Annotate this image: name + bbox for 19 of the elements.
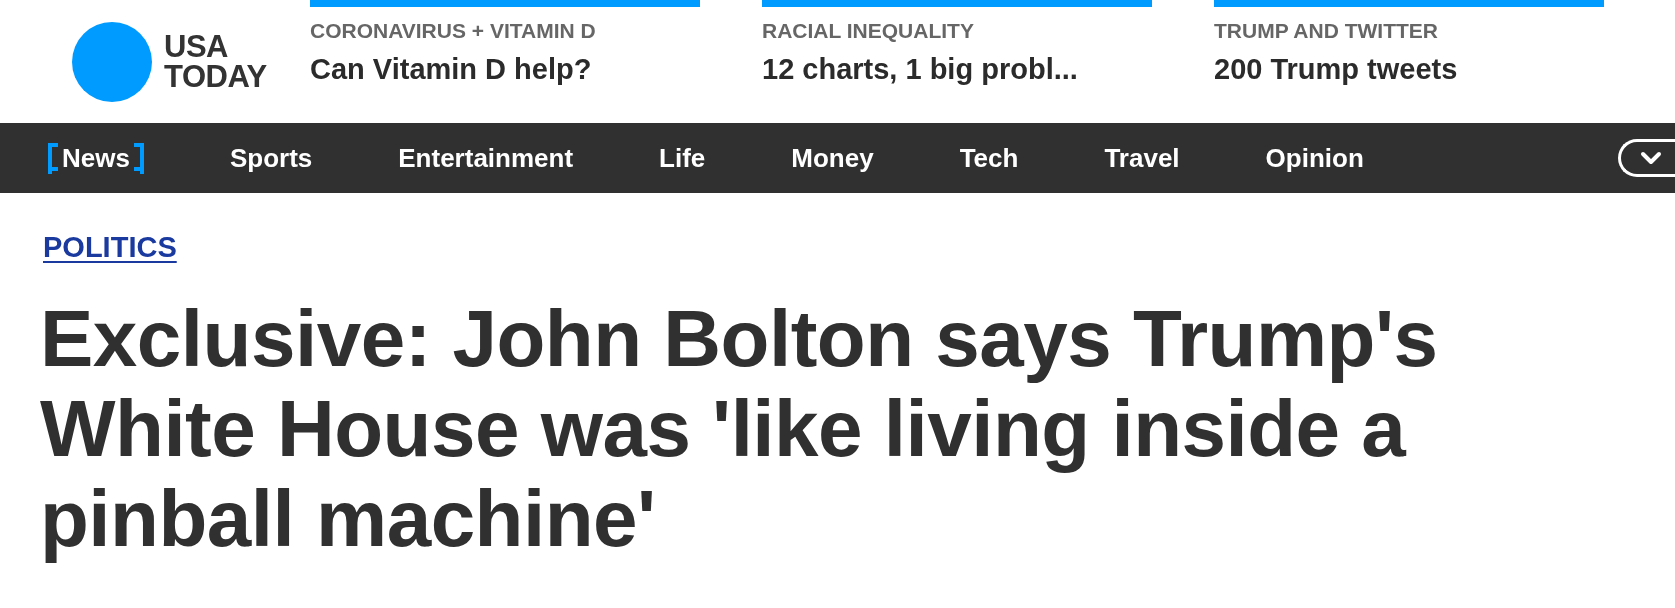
nav-link[interactable]: Travel xyxy=(1104,142,1180,174)
chevron-down-icon xyxy=(1640,151,1662,165)
nav-link[interactable]: Sports xyxy=(229,142,313,174)
nav-link[interactable]: Entertainment xyxy=(398,142,574,174)
nav-link[interactable]: Life xyxy=(659,142,706,174)
nav-link[interactable]: News xyxy=(48,142,144,174)
article-headline: Exclusive: John Bolton says Trump's White House was 'like living inside a pinball machine' xyxy=(40,294,1439,564)
nav-link[interactable]: Opinion xyxy=(1265,142,1364,174)
nav-link[interactable]: Tech xyxy=(959,142,1019,174)
nav-link[interactable]: Money xyxy=(791,142,874,174)
promo-headline-link[interactable]: 200 Trump tweets xyxy=(1214,53,1604,86)
more-menu-button[interactable] xyxy=(1618,139,1675,177)
promo-kicker: TRUMP AND TWITTER xyxy=(1214,19,1439,43)
section-link[interactable]: POLITICS xyxy=(43,231,177,264)
logo-text[interactable]: USA TODAY xyxy=(164,31,267,92)
promo-headline-link[interactable]: Can Vitamin D help? xyxy=(310,53,700,86)
promo-kicker: CORONAVIRUS + VITAMIN D xyxy=(310,19,597,43)
promo-headline-link[interactable]: 12 charts, 1 big probl... xyxy=(762,53,1152,86)
promo-kicker: RACIAL INEQUALITY xyxy=(762,19,975,43)
